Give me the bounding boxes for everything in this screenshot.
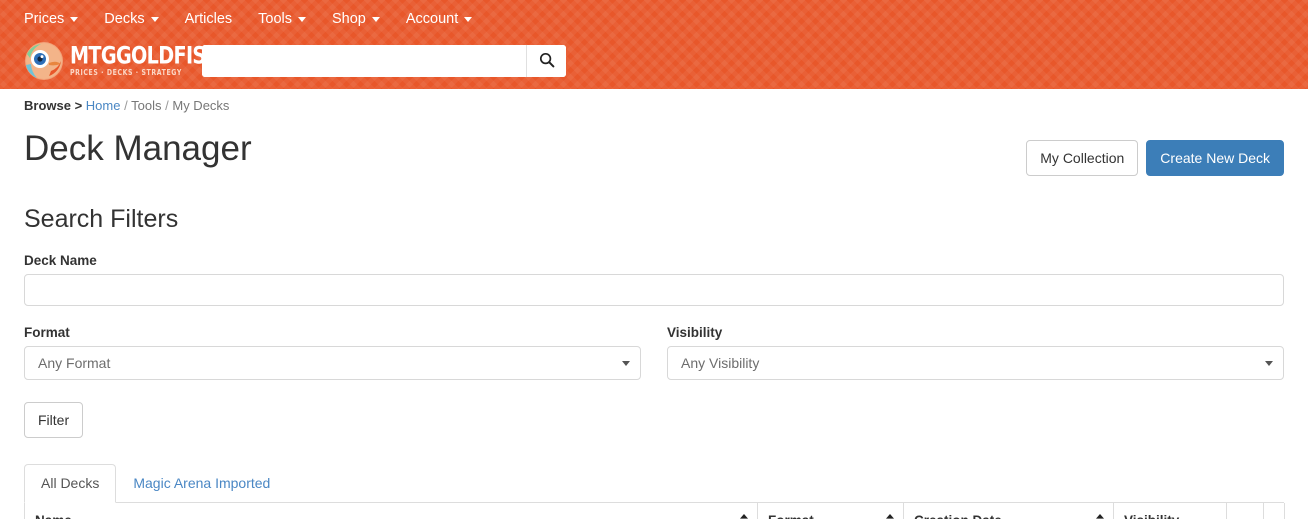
column-visibility: Visibility — [1113, 502, 1227, 519]
sort-icon — [1095, 513, 1105, 519]
visibility-select[interactable]: Any Visibility — [667, 345, 1284, 380]
deck-table: Name Format — [24, 502, 1285, 519]
column-creation-date-label: Creation Date — [914, 513, 1002, 519]
filter-button-row: Filter — [24, 401, 1284, 438]
page-action-buttons: My Collection Create New Deck — [1026, 130, 1284, 176]
search-icon — [539, 52, 555, 71]
deck-tabs: All Decks Magic Arena Imported — [24, 464, 1284, 503]
nav-tools-label: Tools — [258, 11, 292, 27]
nav-articles[interactable]: Articles — [185, 9, 246, 29]
visibility-filter-group: Visibility Any Visibility — [667, 306, 1284, 380]
breadcrumb: Browse > Home / Tools / My Decks — [24, 89, 1284, 113]
my-collection-button[interactable]: My Collection — [1026, 140, 1139, 176]
chevron-down-icon — [622, 360, 630, 366]
breadcrumb-separator: / — [165, 98, 169, 113]
tab-all-decks[interactable]: All Decks — [24, 464, 117, 503]
chevron-down-icon — [150, 16, 159, 22]
column-creation-date[interactable]: Creation Date — [903, 502, 1114, 519]
tab-magic-arena-imported-label: Magic Arena Imported — [133, 475, 271, 492]
visibility-label: Visibility — [667, 324, 723, 340]
main-content: Browse > Home / Tools / My Decks Deck Ma… — [0, 89, 1308, 519]
format-filter-group: Format Any Format — [24, 306, 641, 380]
breadcrumb-separator: / — [124, 98, 128, 113]
tab-all-decks-label: All Decks — [41, 475, 100, 492]
top-navigation: Prices Decks Articles Tools Shop Account — [0, 0, 1308, 38]
table-header-row: Name Format — [24, 502, 1285, 519]
header-branding-row: MTGGOLDFISH PRICES · DECKS · STRATEGY — [0, 38, 1308, 84]
column-visibility-label: Visibility — [1124, 513, 1179, 519]
nav-articles-label: Articles — [184, 11, 233, 27]
tab-magic-arena-imported[interactable]: Magic Arena Imported — [116, 464, 287, 502]
column-actions-1 — [1226, 502, 1264, 519]
sort-icon — [739, 513, 749, 519]
column-name-label: Name — [35, 513, 72, 519]
search-button[interactable] — [526, 45, 566, 77]
breadcrumb-current: My Decks — [172, 98, 230, 113]
nav-decks-label: Decks — [104, 11, 145, 27]
breadcrumb-tools: Tools — [131, 98, 162, 113]
logo-wordmark: MTGGOLDFISH — [70, 40, 222, 70]
nav-shop[interactable]: Shop — [332, 9, 393, 29]
column-name[interactable]: Name — [24, 502, 758, 519]
site-search — [202, 45, 566, 77]
deck-name-input[interactable] — [24, 273, 1284, 306]
column-format-label: Format — [768, 513, 814, 519]
logo-tagline: PRICES · DECKS · STRATEGY — [70, 68, 182, 78]
column-format[interactable]: Format — [757, 502, 904, 519]
deck-table-header: Name Format — [24, 502, 1285, 519]
chevron-down-icon — [464, 16, 473, 22]
deck-name-label: Deck Name — [24, 252, 97, 268]
site-logo[interactable]: MTGGOLDFISH PRICES · DECKS · STRATEGY — [24, 40, 222, 82]
create-new-deck-button[interactable]: Create New Deck — [1146, 140, 1284, 176]
nav-account-label: Account — [405, 11, 459, 27]
filter-selects-row: Format Any Format Visibility Any Visibil… — [24, 306, 1284, 380]
nav-shop-label: Shop — [332, 11, 366, 27]
format-label: Format — [24, 324, 70, 340]
nav-account[interactable]: Account — [406, 9, 485, 29]
chevron-down-icon — [371, 16, 380, 22]
chevron-down-icon — [70, 16, 79, 22]
format-select-value: Any Format — [38, 354, 111, 371]
site-header: Prices Decks Articles Tools Shop Account — [0, 0, 1308, 89]
search-input[interactable] — [202, 45, 526, 77]
visibility-select-value: Any Visibility — [681, 354, 760, 371]
page-header-row: Deck Manager My Collection Create New De… — [24, 129, 1284, 176]
chevron-down-icon — [1265, 360, 1273, 366]
nav-tools[interactable]: Tools — [258, 9, 319, 29]
search-filters-heading: Search Filters — [24, 205, 179, 233]
column-actions-2 — [1263, 502, 1285, 519]
breadcrumb-home-link[interactable]: Home — [86, 98, 121, 113]
sort-icon — [885, 513, 895, 519]
nav-prices[interactable]: Prices — [24, 9, 91, 29]
nav-prices-label: Prices — [24, 11, 65, 27]
nav-decks[interactable]: Decks — [104, 9, 171, 29]
breadcrumb-browse-label: Browse > — [24, 98, 83, 113]
goldfish-icon — [24, 41, 64, 81]
format-select[interactable]: Any Format — [24, 345, 641, 380]
filter-button[interactable]: Filter — [24, 401, 84, 438]
chevron-down-icon — [298, 16, 306, 22]
page-title: Deck Manager — [24, 129, 252, 168]
logo-text-block: MTGGOLDFISH PRICES · DECKS · STRATEGY — [70, 40, 227, 78]
